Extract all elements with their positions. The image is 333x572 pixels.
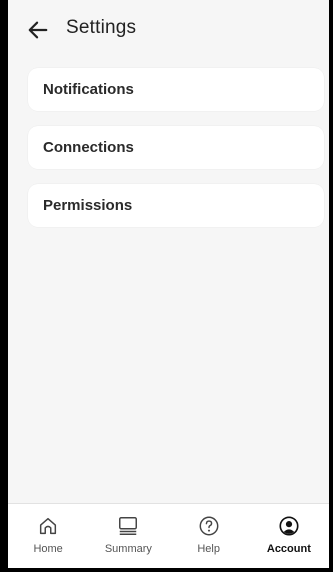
nav-label: Account bbox=[266, 543, 311, 555]
frame-border bbox=[0, 0, 8, 572]
nav-item-summary[interactable]: Summary bbox=[88, 504, 168, 568]
settings-screen: Settings Notifications Connections Permi… bbox=[8, 0, 329, 568]
settings-item-label: Notifications bbox=[43, 81, 134, 98]
nav-item-home[interactable]: Home bbox=[8, 504, 88, 568]
help-icon bbox=[197, 514, 221, 538]
home-icon bbox=[36, 514, 60, 538]
frame-border bbox=[0, 568, 333, 572]
settings-item-notifications[interactable]: Notifications bbox=[28, 68, 324, 111]
nav-label: Summary bbox=[104, 543, 152, 555]
settings-item-label: Permissions bbox=[43, 197, 133, 214]
nav-item-help[interactable]: Help bbox=[169, 504, 249, 568]
nav-label: Help bbox=[197, 543, 220, 555]
bottom-navigation: Home Summary Help Account bbox=[8, 503, 329, 568]
settings-item-permissions[interactable]: Permissions bbox=[28, 184, 324, 227]
back-button[interactable] bbox=[26, 18, 50, 42]
summary-icon bbox=[116, 514, 140, 538]
app-bar: Settings bbox=[8, 0, 329, 62]
device-frame: Settings Notifications Connections Permi… bbox=[0, 0, 333, 572]
settings-menu-list: Notifications Connections Permissions bbox=[28, 68, 324, 242]
account-icon bbox=[277, 514, 301, 538]
nav-item-account[interactable]: Account bbox=[249, 504, 329, 568]
settings-item-label: Connections bbox=[43, 139, 134, 156]
nav-label: Home bbox=[33, 543, 63, 555]
arrow-left-icon bbox=[28, 21, 48, 39]
page-title: Settings bbox=[66, 17, 137, 38]
settings-item-connections[interactable]: Connections bbox=[28, 126, 324, 169]
frame-border bbox=[329, 0, 333, 572]
